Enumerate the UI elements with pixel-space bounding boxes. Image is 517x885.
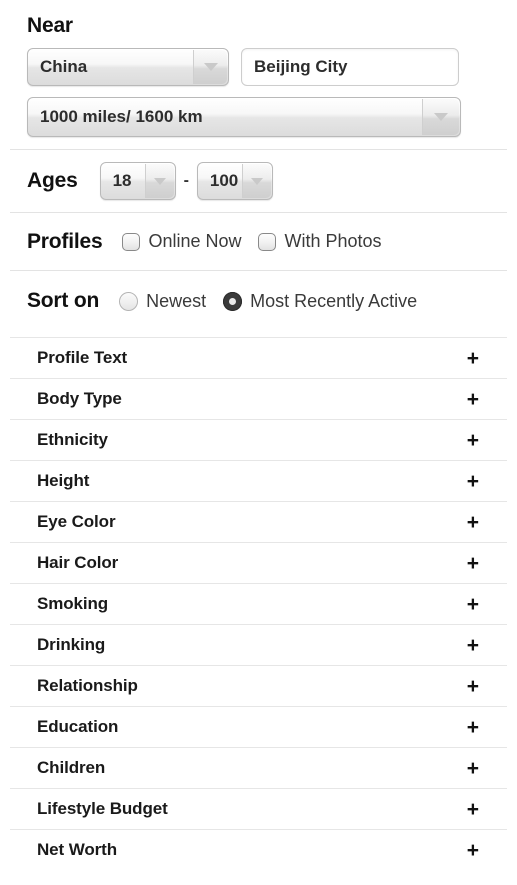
plus-icon[interactable]: + xyxy=(467,348,479,369)
chevron-down-icon xyxy=(193,50,227,84)
accordion-row-label: Net Worth xyxy=(37,840,117,859)
age-min-select[interactable]: 18 xyxy=(99,162,176,200)
radio-unselected-icon[interactable] xyxy=(119,291,139,311)
ages-section: Ages 18 - 100 xyxy=(0,150,517,212)
plus-icon[interactable]: + xyxy=(467,717,479,738)
ages-title: Ages xyxy=(27,169,78,192)
plus-icon[interactable]: + xyxy=(467,553,479,574)
chevron-down-icon xyxy=(144,164,174,198)
accordion-row-label: Children xyxy=(37,758,106,777)
accordion-row-label: Profile Text xyxy=(37,348,128,367)
accordion-row[interactable]: Ethnicity + xyxy=(10,419,507,460)
near-title: Near xyxy=(27,14,73,37)
checkbox-with-photos[interactable]: With Photos xyxy=(258,231,382,252)
accordion-row[interactable]: Education + xyxy=(10,706,507,747)
checkbox-online-now[interactable]: Online Now xyxy=(122,231,241,252)
accordion-row-label: Drinking xyxy=(37,635,106,654)
city-input[interactable] xyxy=(241,48,459,86)
accordion-row[interactable]: Eye Color + xyxy=(10,501,507,542)
checkbox-icon[interactable] xyxy=(122,232,141,251)
near-location-row: China xyxy=(27,48,517,86)
accordion-row[interactable]: Profile Text + xyxy=(10,337,507,378)
plus-icon[interactable]: + xyxy=(467,758,479,779)
search-filter-panel: Near China 1000 miles/ 1600 km Ages 18 - xyxy=(0,0,517,885)
accordion-row-label: Hair Color xyxy=(37,553,119,572)
chevron-down-icon xyxy=(422,99,459,135)
plus-icon[interactable]: + xyxy=(467,840,479,861)
profiles-checkbox-group: Online Now With Photos xyxy=(122,231,382,252)
sort-on-title: Sort on xyxy=(27,289,100,312)
chevron-down-icon xyxy=(241,164,271,198)
near-distance-row: 1000 miles/ 1600 km xyxy=(27,97,517,137)
country-select-value: China xyxy=(40,57,88,76)
accordion-row-label: Ethnicity xyxy=(37,430,108,449)
radio-most-recently-active-label: Most Recently Active xyxy=(250,290,418,311)
plus-icon[interactable]: + xyxy=(467,471,479,492)
filter-accordion-list: Profile Text + Body Type + Ethnicity + Height +… xyxy=(0,337,517,870)
plus-icon[interactable]: + xyxy=(467,594,479,615)
plus-icon[interactable]: + xyxy=(467,389,479,410)
accordion-row[interactable]: Drinking + xyxy=(10,624,507,665)
accordion-row[interactable]: Lifestyle Budget + xyxy=(10,788,507,829)
accordion-row-label: Education xyxy=(37,717,119,736)
accordion-row-label: Lifestyle Budget xyxy=(37,799,168,818)
accordion-row[interactable]: Net Worth + xyxy=(10,829,507,870)
checkbox-icon[interactable] xyxy=(258,232,277,251)
accordion-row[interactable]: Height + xyxy=(10,460,507,501)
accordion-row-label: Eye Color xyxy=(37,512,116,531)
plus-icon[interactable]: + xyxy=(467,676,479,697)
checkbox-with-photos-label: With Photos xyxy=(284,231,382,251)
plus-icon[interactable]: + xyxy=(467,635,479,656)
profiles-section: Profiles Online Now With Photos xyxy=(0,213,517,270)
accordion-row[interactable]: Relationship + xyxy=(10,665,507,706)
accordion-row-label: Smoking xyxy=(37,594,109,613)
plus-icon[interactable]: + xyxy=(467,430,479,451)
sort-on-section: Sort on Newest Most Recently Active xyxy=(0,271,517,331)
sort-on-radio-group: Newest Most Recently Active xyxy=(119,291,417,312)
radio-selected-icon[interactable] xyxy=(223,291,243,311)
accordion-row[interactable]: Hair Color + xyxy=(10,542,507,583)
near-section: Near China 1000 miles/ 1600 km xyxy=(0,0,517,149)
accordion-row-label: Relationship xyxy=(37,676,138,695)
accordion-row[interactable]: Smoking + xyxy=(10,583,507,624)
age-max-select[interactable]: 100 xyxy=(196,162,273,200)
ages-controls: 18 - 100 xyxy=(99,162,273,200)
checkbox-online-now-label: Online Now xyxy=(148,231,242,251)
accordion-row[interactable]: Children + xyxy=(10,747,507,788)
plus-icon[interactable]: + xyxy=(467,799,479,820)
country-select[interactable]: China xyxy=(27,48,229,86)
distance-select[interactable]: 1000 miles/ 1600 km xyxy=(27,97,461,137)
radio-most-recently-active[interactable]: Most Recently Active xyxy=(223,291,417,312)
radio-newest-label: Newest xyxy=(146,290,207,311)
radio-newest[interactable]: Newest xyxy=(119,291,206,312)
age-range-separator: - xyxy=(183,172,189,189)
accordion-row-label: Height xyxy=(37,471,90,490)
accordion-row-label: Body Type xyxy=(37,389,122,408)
profiles-title: Profiles xyxy=(27,229,103,253)
accordion-row[interactable]: Body Type + xyxy=(10,378,507,419)
plus-icon[interactable]: + xyxy=(467,512,479,533)
distance-select-value: 1000 miles/ 1600 km xyxy=(40,107,203,126)
